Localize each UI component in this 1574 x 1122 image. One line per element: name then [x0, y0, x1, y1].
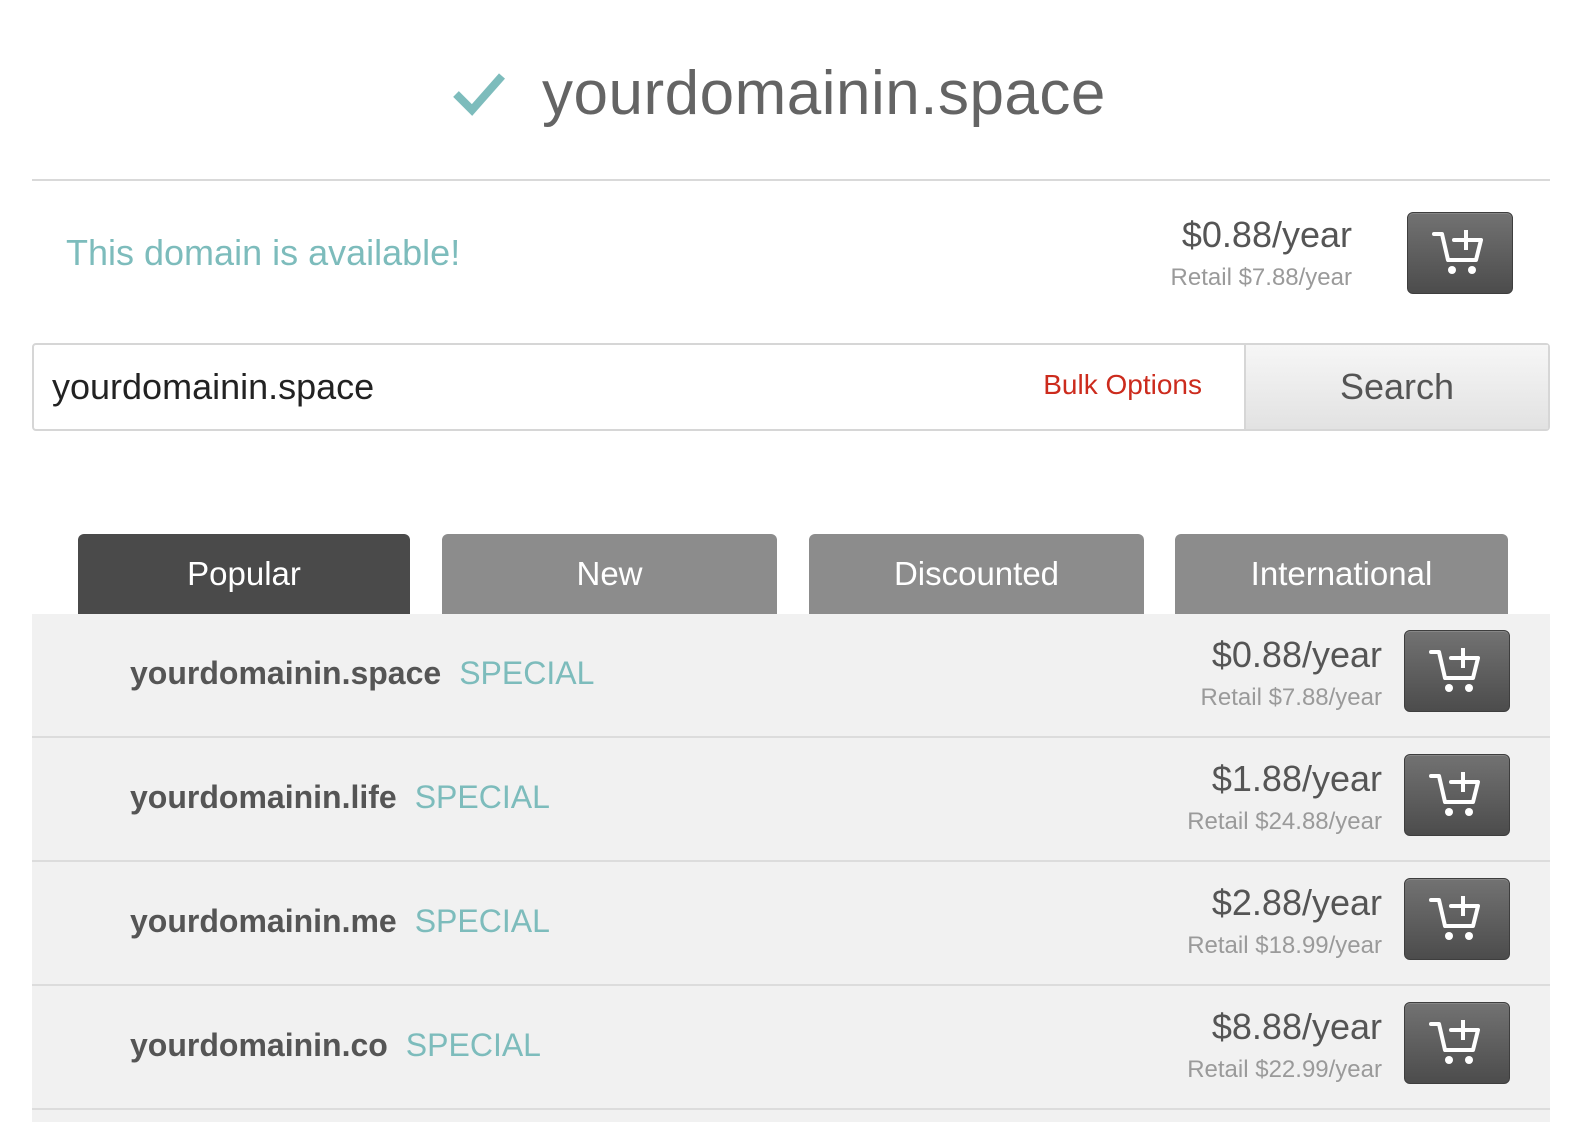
list-item: yourdomainin.space SPECIAL $0.88/year Ret… — [32, 614, 1550, 738]
result-price-block: $8.88/year Retail $22.99/year — [1187, 1004, 1382, 1086]
result-header: yourdomainin.space — [0, 0, 1574, 180]
bulk-options-link[interactable]: Bulk Options — [1043, 367, 1202, 403]
add-to-cart-icon — [1429, 896, 1480, 940]
result-retail-price: Retail $22.99/year — [1187, 1056, 1382, 1083]
result-price-block: $2.88/year Retail $18.99/year — [1187, 880, 1382, 962]
add-to-cart-button[interactable] — [1404, 754, 1510, 836]
main-retail-price: Retail $7.88/year — [1170, 264, 1352, 291]
domain-search-page: yourdomainin.space This domain is availa… — [0, 0, 1574, 1122]
result-retail-price: Retail $7.88/year — [1200, 684, 1382, 711]
result-price: $0.88/year — [1211, 634, 1382, 675]
add-to-cart-button[interactable] — [1404, 630, 1510, 712]
add-to-cart-icon — [1429, 648, 1480, 692]
add-to-cart-icon — [1429, 1020, 1480, 1064]
results-list: yourdomainin.space SPECIAL $0.88/year Ret… — [32, 614, 1550, 1122]
main-price: $0.88/year — [1181, 214, 1352, 255]
availability-message: This domain is available! — [66, 232, 461, 273]
result-retail-price: Retail $18.99/year — [1187, 932, 1382, 959]
tab-international[interactable]: International — [1175, 534, 1508, 614]
add-to-cart-button[interactable] — [1407, 212, 1513, 294]
add-to-cart-button[interactable] — [1404, 878, 1510, 960]
special-badge: SPECIAL — [414, 779, 550, 815]
special-badge: SPECIAL — [414, 903, 550, 939]
result-domain-name: yourdomainin.co — [130, 1027, 388, 1063]
add-to-cart-button[interactable] — [1404, 1002, 1510, 1084]
result-price: $1.88/year — [1211, 758, 1382, 799]
search-button[interactable]: Search — [1244, 345, 1548, 429]
result-domain-name: yourdomainin.me — [130, 903, 397, 939]
special-badge: SPECIAL — [405, 1027, 541, 1063]
result-domain-name: yourdomainin.life — [130, 779, 397, 815]
list-item: yourdomainin.life SPECIAL $1.88/year Reta… — [32, 738, 1550, 862]
tab-new[interactable]: New — [442, 534, 777, 614]
result-price: $2.88/year — [1211, 882, 1382, 923]
special-badge: SPECIAL — [459, 655, 595, 691]
check-icon — [453, 73, 505, 116]
result-retail-price: Retail $24.88/year — [1187, 808, 1382, 835]
page-title: yourdomainin.space — [542, 59, 1106, 128]
tab-popular[interactable]: Popular — [78, 534, 410, 614]
result-domain: yourdomainin.space SPECIAL — [130, 652, 594, 694]
result-price-block: $1.88/year Retail $24.88/year — [1187, 756, 1382, 838]
result-price: $8.88/year — [1211, 1006, 1382, 1047]
result-price-block: $0.88/year Retail $7.88/year — [1201, 632, 1382, 714]
list-item: yourdomainin.me SPECIAL $2.88/year Retail… — [32, 862, 1550, 986]
list-item: yourdomainin.co SPECIAL $8.88/year Retail… — [32, 986, 1550, 1110]
result-domain: yourdomainin.me SPECIAL — [130, 900, 550, 942]
tab-discounted[interactable]: Discounted — [809, 534, 1144, 614]
main-price-block: $0.88/year Retail $7.88/year — [1171, 212, 1352, 294]
search-bar: Bulk Options Search — [32, 343, 1550, 431]
result-domain: yourdomainin.co SPECIAL — [130, 1024, 541, 1066]
result-domain: yourdomainin.life SPECIAL — [130, 776, 550, 818]
result-domain-name: yourdomainin.space — [130, 655, 442, 691]
header-divider — [32, 179, 1550, 181]
add-to-cart-icon — [1432, 230, 1483, 274]
add-to-cart-icon — [1429, 772, 1480, 816]
